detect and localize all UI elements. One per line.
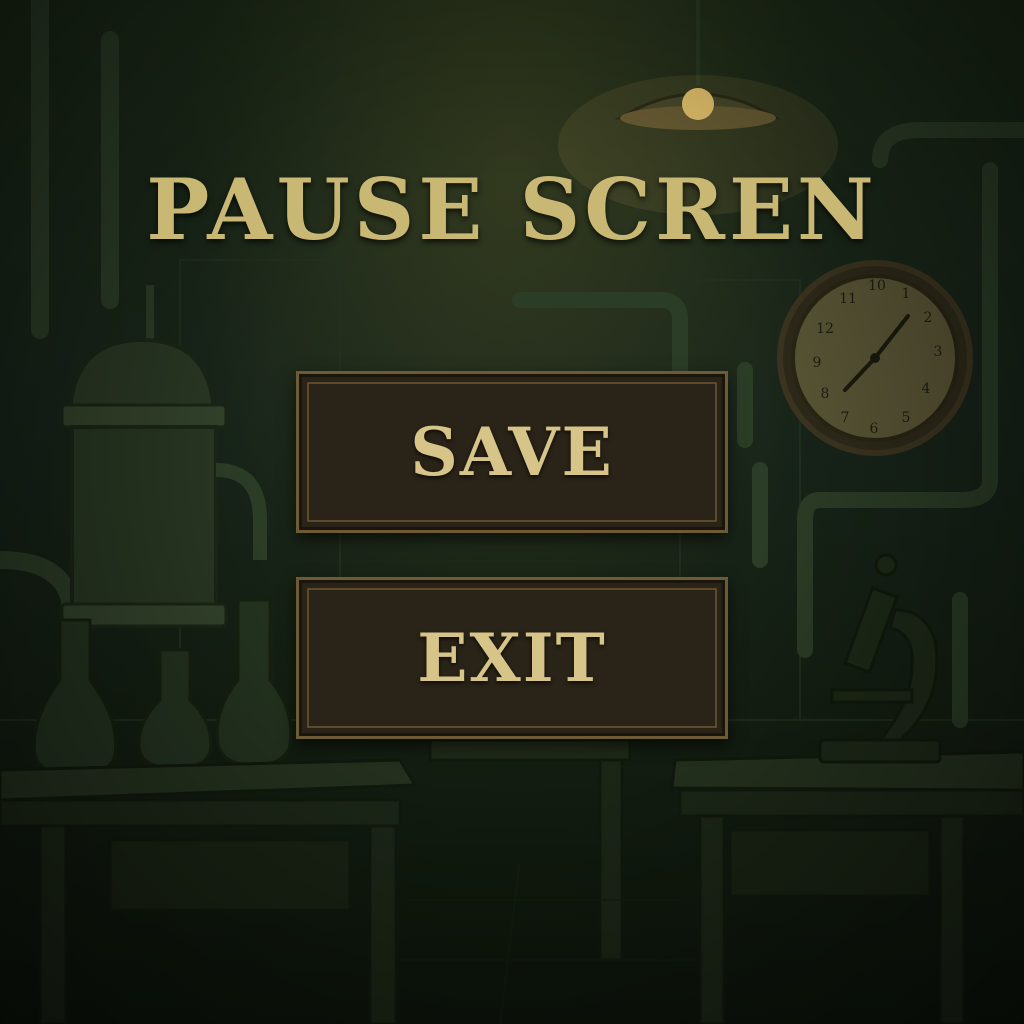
clock-numeral: 12	[816, 321, 834, 337]
boiler-tank	[60, 285, 267, 628]
clock-numeral: 6	[870, 421, 879, 437]
clock-numeral: 3	[934, 344, 943, 360]
save-button-label: SAVE	[410, 413, 614, 491]
clock-numeral: 11	[839, 291, 857, 307]
floor	[400, 859, 700, 1024]
lab-tables	[0, 738, 1024, 1024]
exit-button-label: EXIT	[417, 619, 607, 697]
pause-title: PAUSE SCREN	[146, 160, 878, 259]
exit-button[interactable]: EXIT	[296, 577, 728, 739]
pause-screen: 10 11 1 2 3 4 5 6 7 8 9 12 PAUSE SCREN S…	[0, 0, 1024, 1024]
save-button[interactable]: SAVE	[296, 371, 728, 533]
clock-numeral: 5	[902, 410, 911, 426]
clock-numeral: 9	[813, 355, 822, 371]
clock-numeral: 7	[841, 410, 850, 426]
clock-numeral: 2	[924, 310, 933, 326]
wall-clock: 10 11 1 2 3 4 5 6 7 8 9 12	[777, 260, 973, 456]
clock-numeral: 4	[922, 381, 931, 397]
clock-numeral: 8	[821, 386, 830, 402]
exit-button-frame: EXIT	[307, 588, 717, 728]
save-button-frame: SAVE	[307, 382, 717, 522]
clock-numeral: 1	[902, 286, 911, 302]
clock-numeral: 10	[868, 278, 886, 294]
microscope	[818, 553, 942, 764]
